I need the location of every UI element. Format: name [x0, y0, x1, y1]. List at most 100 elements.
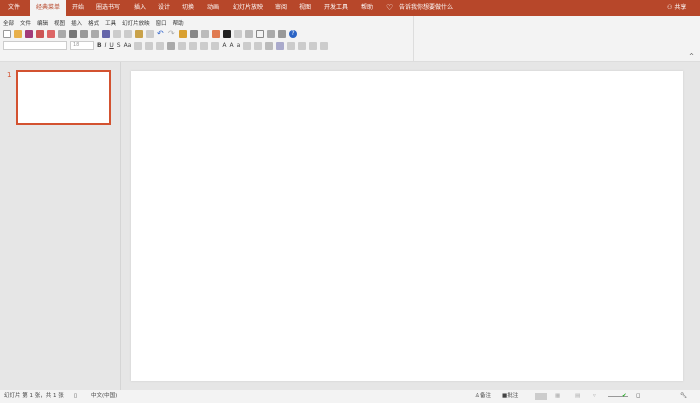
- underline-button[interactable]: U: [109, 42, 113, 49]
- clear-icon[interactable]: [146, 30, 154, 38]
- menu-help[interactable]: 帮助: [173, 19, 184, 27]
- tab-review[interactable]: 审阅: [275, 0, 287, 16]
- numbering-icon[interactable]: [211, 41, 220, 50]
- menu-insert[interactable]: 插入: [71, 19, 82, 27]
- font-name-combo[interactable]: [3, 41, 67, 50]
- standard-toolbar: ↶ ↷ ?: [3, 30, 297, 38]
- menu-file[interactable]: 文件: [20, 19, 31, 27]
- color-icon[interactable]: [223, 30, 231, 38]
- save-icon[interactable]: [25, 30, 33, 38]
- shape-fill-icon[interactable]: [287, 41, 296, 50]
- fit-slide-icon[interactable]: ◻: [636, 390, 641, 403]
- wrench-icon: 🔧︎: [680, 393, 687, 399]
- arrange-icon[interactable]: [265, 41, 274, 50]
- shape-effects-icon[interactable]: [309, 41, 318, 50]
- print-preview-icon[interactable]: [80, 30, 88, 38]
- classic-menu-bar: 全部 文件 编辑 视图 插入 格式 工具 幻灯片放映 窗口 帮助: [3, 19, 184, 27]
- grow-font-button[interactable]: A: [229, 42, 233, 49]
- print-icon[interactable]: [69, 30, 77, 38]
- font-color-button[interactable]: A: [222, 42, 226, 49]
- ribbon-tab-bar: 文件 经典菜单 开始 圈选书写 插入 设计 切换 动画 幻灯片放映 审阅 视图 …: [0, 0, 700, 16]
- reading-view-button[interactable]: ▤: [575, 390, 580, 403]
- menu-format[interactable]: 格式: [88, 19, 99, 27]
- save-as-icon[interactable]: [36, 30, 44, 38]
- quick-styles-icon[interactable]: [276, 41, 285, 50]
- tell-me-search[interactable]: 告诉我你想要做什么: [399, 0, 453, 16]
- menu-view[interactable]: 视图: [54, 19, 65, 27]
- indent-icon[interactable]: [243, 41, 252, 50]
- bullets-icon[interactable]: [200, 41, 209, 50]
- cut-icon[interactable]: [113, 30, 121, 38]
- table-icon[interactable]: [190, 30, 198, 38]
- align-left-icon[interactable]: [134, 41, 143, 50]
- normal-view-button[interactable]: [535, 393, 547, 400]
- share-button[interactable]: ⚇ 共享: [667, 0, 686, 16]
- tab-animations[interactable]: 动画: [207, 0, 219, 16]
- layout-icon[interactable]: [234, 30, 242, 38]
- tab-insert[interactable]: 插入: [134, 0, 146, 16]
- menu-edit[interactable]: 编辑: [37, 19, 48, 27]
- new-slide-icon[interactable]: [212, 30, 220, 38]
- tab-design[interactable]: 设计: [158, 0, 170, 16]
- slideshow-button[interactable]: ▿: [593, 390, 596, 403]
- format-painter-icon[interactable]: [102, 30, 110, 38]
- align-right-icon[interactable]: [156, 41, 165, 50]
- tab-file[interactable]: 文件: [8, 0, 20, 16]
- italic-button[interactable]: I: [105, 42, 107, 49]
- ribbon-divider: [413, 16, 414, 62]
- copy-icon[interactable]: [124, 30, 132, 38]
- tab-home[interactable]: 开始: [72, 0, 84, 16]
- comments-button[interactable]: ■批注: [502, 390, 518, 403]
- shapes-icon[interactable]: [267, 30, 275, 38]
- eraser-icon[interactable]: [320, 41, 329, 50]
- collapse-ribbon-icon[interactable]: ^: [689, 53, 694, 60]
- menu-slideshow[interactable]: 幻灯片放映: [122, 19, 150, 27]
- tab-transitions[interactable]: 切换: [182, 0, 194, 16]
- new-icon[interactable]: [3, 30, 11, 38]
- menu-window[interactable]: 窗口: [156, 19, 167, 27]
- checkmark-icon: ✔: [622, 393, 627, 399]
- help-icon[interactable]: ?: [289, 30, 297, 38]
- shape-outline-icon[interactable]: [298, 41, 307, 50]
- paste-icon[interactable]: [135, 30, 143, 38]
- notes-button[interactable]: ♙备注: [475, 390, 491, 403]
- columns-icon[interactable]: [178, 41, 187, 50]
- align-center-icon[interactable]: [145, 41, 154, 50]
- slide-number: 1: [7, 71, 12, 79]
- tab-developer[interactable]: 开发工具: [324, 0, 348, 16]
- picture-icon[interactable]: [201, 30, 209, 38]
- language-indicator[interactable]: 中文(中国): [91, 390, 117, 403]
- zoom-icon[interactable]: [278, 30, 286, 38]
- menu-tools[interactable]: 工具: [105, 19, 116, 27]
- permission-icon[interactable]: [47, 30, 55, 38]
- slide-sorter-button[interactable]: ▦: [555, 390, 560, 403]
- tab-draw[interactable]: 圈选书写: [96, 0, 120, 16]
- slide-info: 幻灯片 第 1 张，共 1 张: [4, 393, 64, 399]
- menu-all[interactable]: 全部: [3, 19, 14, 27]
- chart-icon[interactable]: [179, 30, 187, 38]
- slide-canvas[interactable]: [131, 71, 683, 381]
- spelling-icon[interactable]: [91, 30, 99, 38]
- textbox-icon[interactable]: [256, 30, 264, 38]
- tab-view[interactable]: 视图: [299, 0, 311, 16]
- grid-icon[interactable]: [245, 30, 253, 38]
- shadow-button[interactable]: S: [117, 42, 121, 49]
- bold-button[interactable]: B: [97, 42, 102, 49]
- outdent-icon[interactable]: [254, 41, 263, 50]
- share-label: 共享: [674, 4, 687, 11]
- font-size-combo[interactable]: 18: [70, 41, 94, 50]
- open-icon[interactable]: [14, 30, 22, 38]
- accessibility-icon[interactable]: ▯: [74, 390, 77, 403]
- tab-slideshow[interactable]: 幻灯片放映: [233, 0, 263, 16]
- email-icon[interactable]: [58, 30, 66, 38]
- tab-classic-menu[interactable]: 经典菜单: [30, 0, 67, 16]
- slide-thumbnail[interactable]: [16, 70, 111, 125]
- change-case-button[interactable]: Aa: [124, 42, 132, 49]
- shrink-font-button[interactable]: a: [237, 42, 241, 49]
- comments-label: 批注: [507, 393, 519, 399]
- undo-icon[interactable]: ↶: [157, 30, 165, 38]
- redo-icon[interactable]: ↷: [168, 30, 176, 38]
- justify-icon[interactable]: [167, 41, 176, 50]
- line-spacing-icon[interactable]: [189, 41, 198, 50]
- tab-help[interactable]: 帮助: [361, 0, 373, 16]
